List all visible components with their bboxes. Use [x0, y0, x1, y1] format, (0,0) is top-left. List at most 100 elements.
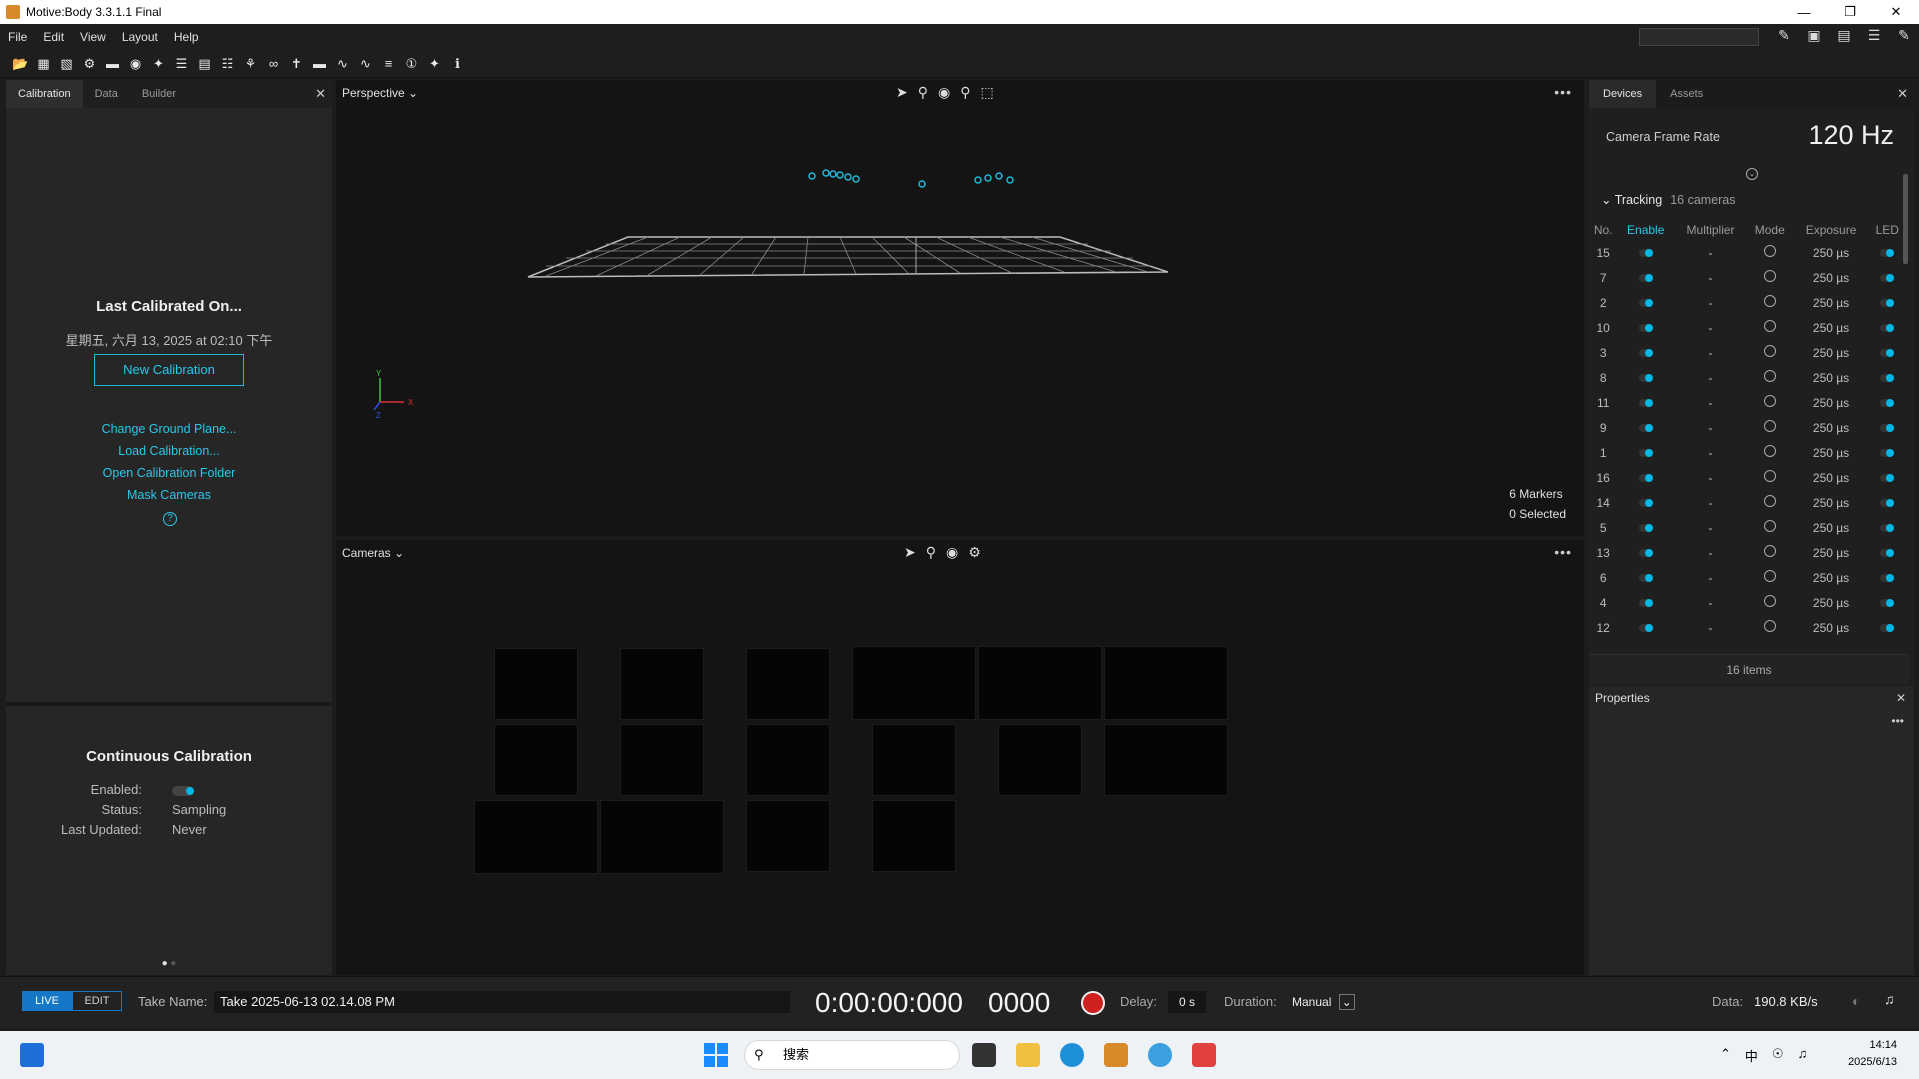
table-row[interactable]: 16 - 250 µs: [1589, 465, 1905, 490]
change-ground-plane-link[interactable]: Change Ground Plane...: [6, 418, 332, 440]
settings-icon[interactable]: ⚙: [81, 55, 98, 72]
cameras-view-selector[interactable]: Cameras ⌄: [342, 546, 404, 560]
led-toggle[interactable]: [1870, 515, 1905, 540]
exposure-value[interactable]: 250 µs: [1793, 565, 1870, 590]
table-row[interactable]: 7 - 250 µs: [1589, 265, 1905, 290]
table-row[interactable]: 9 - 250 µs: [1589, 415, 1905, 440]
enable-toggle[interactable]: [1617, 290, 1674, 315]
led-toggle[interactable]: [1870, 240, 1905, 265]
page-dots[interactable]: ● ●: [6, 958, 332, 969]
table-row[interactable]: 10 - 250 µs: [1589, 315, 1905, 340]
chevron-up-icon[interactable]: ⌃: [1720, 1046, 1731, 1065]
exposure-value[interactable]: 250 µs: [1793, 240, 1870, 265]
camera-zoom-icon[interactable]: ⚲: [926, 544, 936, 561]
table-row[interactable]: 6 - 250 µs: [1589, 565, 1905, 590]
camera-select-icon[interactable]: ➤: [904, 544, 916, 561]
exposure-value[interactable]: 250 µs: [1793, 490, 1870, 515]
save-icon[interactable]: ▦: [35, 55, 52, 72]
camera-preview[interactable]: [872, 800, 956, 872]
device-icon[interactable]: ▬: [311, 55, 328, 72]
close-window-button[interactable]: ✕: [1873, 0, 1919, 24]
camera-frame-rate-value[interactable]: 120 Hz: [1808, 120, 1894, 151]
layout-combo[interactable]: [1639, 28, 1759, 46]
edit-mode-button[interactable]: EDIT: [72, 991, 122, 1011]
led-toggle[interactable]: [1870, 465, 1905, 490]
layout-capture-icon[interactable]: ▣: [1803, 27, 1825, 47]
mask-cameras-link[interactable]: Mask Cameras: [6, 484, 332, 506]
file-explorer-icon[interactable]: [1016, 1043, 1040, 1067]
graph-alt-icon[interactable]: ∿: [357, 55, 374, 72]
enable-toggle[interactable]: [1617, 340, 1674, 365]
panel-icon[interactable]: ▬: [104, 55, 121, 72]
exposure-value[interactable]: 250 µs: [1793, 440, 1870, 465]
enable-toggle[interactable]: [1617, 365, 1674, 390]
camera-preview[interactable]: [872, 724, 956, 796]
tracking-group-header[interactable]: ⌄ Tracking 16 cameras: [1601, 192, 1736, 207]
database-icon[interactable]: ☰: [173, 55, 190, 72]
table-row[interactable]: 3 - 250 µs: [1589, 340, 1905, 365]
menu-edit[interactable]: Edit: [35, 30, 72, 44]
minimize-button[interactable]: —: [1781, 0, 1827, 24]
mode-icon[interactable]: [1747, 290, 1793, 315]
table-row[interactable]: 11 - 250 µs: [1589, 390, 1905, 415]
camera-preview[interactable]: [494, 724, 578, 796]
mode-icon[interactable]: [1747, 340, 1793, 365]
properties-more-icon[interactable]: •••: [1891, 714, 1904, 728]
camera-visibility-icon[interactable]: ◉: [946, 544, 958, 561]
led-toggle[interactable]: [1870, 565, 1905, 590]
task-view-icon[interactable]: [972, 1043, 996, 1067]
new-calibration-button[interactable]: New Calibration: [94, 354, 244, 386]
layout-note-icon[interactable]: ✎: [1893, 27, 1915, 47]
tab-calibration[interactable]: Calibration: [6, 80, 83, 108]
mode-icon[interactable]: [1747, 590, 1793, 615]
enable-toggle[interactable]: [1617, 440, 1674, 465]
camera-icon[interactable]: ◉: [127, 55, 144, 72]
table-row[interactable]: 8 - 250 µs: [1589, 365, 1905, 390]
exposure-value[interactable]: 250 µs: [1793, 465, 1870, 490]
enable-toggle[interactable]: [1617, 240, 1674, 265]
table-row[interactable]: 1 - 250 µs: [1589, 440, 1905, 465]
ime-indicator[interactable]: 中: [1745, 1046, 1758, 1065]
col-enable[interactable]: Enable: [1617, 220, 1674, 240]
list-icon[interactable]: ☷: [219, 55, 236, 72]
led-toggle[interactable]: [1870, 390, 1905, 415]
network-icon[interactable]: ☉: [1772, 1046, 1784, 1065]
duration-select[interactable]: Manual ⌄: [1288, 991, 1356, 1013]
enable-toggle[interactable]: [1617, 590, 1674, 615]
exposure-value[interactable]: 250 µs: [1793, 590, 1870, 615]
menu-view[interactable]: View: [72, 30, 114, 44]
exposure-value[interactable]: 250 µs: [1793, 340, 1870, 365]
camera-preview[interactable]: [852, 646, 976, 720]
led-toggle[interactable]: [1870, 315, 1905, 340]
camera-preview[interactable]: [746, 800, 830, 872]
col-mode[interactable]: Mode: [1747, 220, 1793, 240]
table-row[interactable]: 12 - 250 µs: [1589, 615, 1905, 640]
table-row[interactable]: 15 - 250 µs: [1589, 240, 1905, 265]
enable-toggle[interactable]: [1617, 540, 1674, 565]
mode-icon[interactable]: [1747, 265, 1793, 290]
col-multiplier[interactable]: Multiplier: [1674, 220, 1747, 240]
exposure-value[interactable]: 250 µs: [1793, 390, 1870, 415]
camera-preview[interactable]: [746, 648, 830, 720]
led-toggle[interactable]: [1870, 440, 1905, 465]
save-all-icon[interactable]: ▧: [58, 55, 75, 72]
tab-data[interactable]: Data: [83, 80, 130, 108]
led-toggle[interactable]: [1870, 290, 1905, 315]
layout-edit-icon[interactable]: ✎: [1773, 27, 1795, 47]
menu-layout[interactable]: Layout: [114, 30, 166, 44]
col-exposure[interactable]: Exposure: [1793, 220, 1870, 240]
take-name-input[interactable]: Take 2025-06-13 02.14.08 PM: [214, 991, 790, 1013]
col-led[interactable]: LED: [1870, 220, 1905, 240]
info-icon[interactable]: ℹ: [449, 55, 466, 72]
id-icon[interactable]: ①: [403, 55, 420, 72]
motive-app-icon[interactable]: [1104, 1043, 1128, 1067]
edge-browser-icon[interactable]: [1060, 1043, 1084, 1067]
camera-preview[interactable]: [620, 724, 704, 796]
camera-settings-icon[interactable]: ⚙: [968, 544, 981, 561]
mode-icon[interactable]: [1747, 440, 1793, 465]
exposure-value[interactable]: 250 µs: [1793, 515, 1870, 540]
enable-toggle[interactable]: [1617, 315, 1674, 340]
tab-builder[interactable]: Builder: [130, 80, 188, 108]
widgets-icon[interactable]: [20, 1043, 44, 1067]
menu-file[interactable]: File: [0, 30, 35, 44]
